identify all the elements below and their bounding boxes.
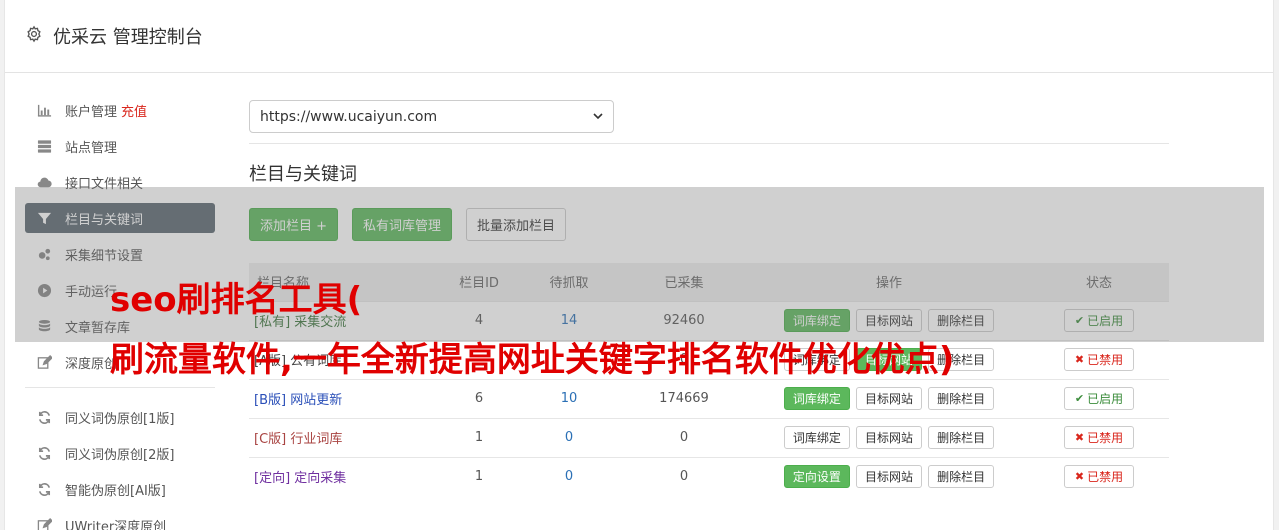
status-label: 已禁用 xyxy=(1087,431,1124,445)
column-name-link[interactable]: [B版] 网站更新 xyxy=(254,393,342,408)
target-site-button[interactable]: 目标网站 xyxy=(855,387,922,410)
sidebar-item-ai-rewrite[interactable]: 智能伪原创[AI版] xyxy=(25,474,215,504)
sidebar-item-synonym-v2[interactable]: 同义词伪原创[2版] xyxy=(25,438,215,468)
status-label: 已禁用 xyxy=(1087,353,1124,367)
pending-count-link[interactable]: 10 xyxy=(561,391,578,406)
column-id: 1 xyxy=(439,417,519,457)
status-label: 已禁用 xyxy=(1087,470,1124,485)
target-site-button[interactable]: 目标网站 xyxy=(855,426,922,449)
sidebar-divider xyxy=(25,387,215,388)
status-toggle[interactable]: ✖ 已禁用 xyxy=(1063,348,1135,371)
table-row: [B版] 网站更新 6 10 174669 词库绑定 目标网站 删除栏目 ✔ 已启… xyxy=(249,378,1169,418)
site-select[interactable]: https://www.ucaiyun.com xyxy=(249,100,614,133)
column-name-link[interactable]: [C版] 行业词库 xyxy=(254,432,342,447)
sidebar-item-label: 同义词伪原创[2版] xyxy=(65,447,175,463)
target-site-button[interactable]: 目标网站 xyxy=(855,465,922,489)
sidebar-item-sites[interactable]: 站点管理 xyxy=(25,131,215,161)
chevron-down-icon xyxy=(593,109,603,125)
collected-count: 0 xyxy=(619,417,749,457)
sidebar-item-uwriter[interactable]: UWriter深度原创 xyxy=(25,510,215,530)
refresh-icon xyxy=(35,444,53,462)
check-icon: ✔ xyxy=(1074,392,1085,405)
sidebar-item-label: 账户管理 xyxy=(65,104,118,120)
sidebar-item-label: UWriter深度原创 xyxy=(65,519,167,530)
overlay-headline-line2: 刷流量软件,一年全新提高网址关键字排名软件优化优点) xyxy=(110,340,955,380)
refresh-icon xyxy=(35,480,53,498)
column-id: 6 xyxy=(439,378,519,418)
status-label: 已启用 xyxy=(1087,392,1124,406)
top-bar: 优采云 管理控制台 xyxy=(5,0,1273,73)
gear-icon xyxy=(25,25,53,47)
edit-icon xyxy=(35,516,53,530)
sidebar-item-account[interactable]: 账户管理 充值 xyxy=(25,95,215,125)
divider xyxy=(249,143,1169,144)
recharge-link[interactable]: 充值 xyxy=(121,101,147,120)
status-toggle[interactable]: ✔ 已启用 xyxy=(1063,387,1135,410)
cross-icon: ✖ xyxy=(1074,470,1085,484)
server-icon xyxy=(35,137,53,155)
directed-settings-button[interactable]: 定向设置 xyxy=(783,465,850,489)
pending-count-link[interactable]: 0 xyxy=(565,430,573,445)
bind-library-button[interactable]: 词库绑定 xyxy=(783,387,850,410)
cross-icon: ✖ xyxy=(1074,431,1085,444)
status-toggle[interactable]: ✖ 已禁用 xyxy=(1063,426,1135,449)
table-row: [定向] 定向采集 1 0 0 定向设置 目标网站 删除栏目 ✖ 已禁用 xyxy=(249,456,1169,496)
sidebar-item-label: 站点管理 xyxy=(65,140,118,156)
sidebar-item-label: 同义词伪原创[1版] xyxy=(65,411,175,427)
sidebar-item-label: 智能伪原创[AI版] xyxy=(65,483,166,499)
section-title: 栏目与关键词 xyxy=(249,164,357,185)
column-id: 1 xyxy=(439,456,519,496)
refresh-icon xyxy=(35,408,53,426)
sidebar-item-synonym-v1[interactable]: 同义词伪原创[1版] xyxy=(25,402,215,432)
pending-count-link[interactable]: 0 xyxy=(565,469,573,484)
delete-column-button[interactable]: 删除栏目 xyxy=(928,465,995,489)
collected-count: 0 xyxy=(619,456,749,496)
bar-chart-icon xyxy=(35,101,53,119)
table-row: [C版] 行业词库 1 0 0 词库绑定 目标网站 删除栏目 ✖ 已禁用 xyxy=(249,417,1169,457)
collected-count: 174669 xyxy=(619,378,749,418)
site-select-value: https://www.ucaiyun.com xyxy=(260,108,438,125)
page-title: 优采云 管理控制台 xyxy=(53,27,203,48)
edit-icon xyxy=(35,353,53,371)
cross-icon: ✖ xyxy=(1074,353,1085,366)
delete-column-button[interactable]: 删除栏目 xyxy=(928,387,995,410)
status-toggle[interactable]: ✖ 已禁用 xyxy=(1063,465,1135,489)
column-name-link[interactable]: [定向] 定向采集 xyxy=(254,471,346,486)
bind-library-button[interactable]: 词库绑定 xyxy=(783,426,850,449)
overlay-headline-line1: seo刷排名工具( xyxy=(110,280,363,320)
delete-column-button[interactable]: 删除栏目 xyxy=(928,426,995,449)
